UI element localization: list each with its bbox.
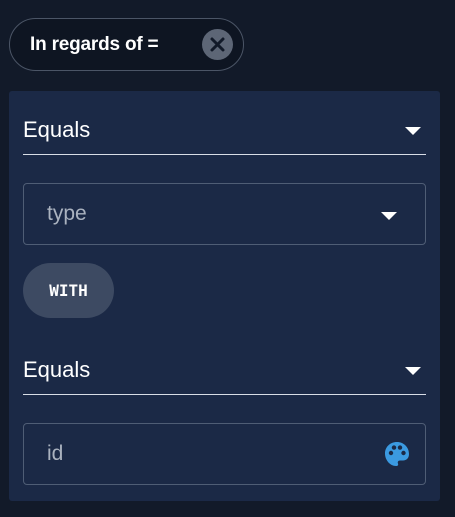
caret-down-icon [405, 127, 421, 135]
operator-select-2[interactable]: Equals [23, 346, 426, 395]
filter-panel: Equals type WITH Equals id [9, 91, 440, 501]
operator-select-value: Equals [23, 117, 91, 142]
caret-down-icon [405, 367, 421, 375]
field-select-value: type [47, 202, 87, 225]
filter-chip-label: In regards of = [30, 33, 159, 55]
field-select[interactable]: type [23, 183, 426, 245]
palette-icon[interactable] [382, 439, 412, 469]
operator-select-value: Equals [23, 357, 91, 382]
value-input-text: id [47, 442, 64, 465]
close-icon[interactable] [202, 29, 233, 60]
operator-select[interactable]: Equals [23, 106, 426, 155]
with-connector-button[interactable]: WITH [23, 263, 114, 318]
value-input[interactable]: id [23, 423, 426, 485]
filter-chip[interactable]: In regards of = [9, 18, 244, 71]
caret-down-icon [381, 212, 397, 220]
